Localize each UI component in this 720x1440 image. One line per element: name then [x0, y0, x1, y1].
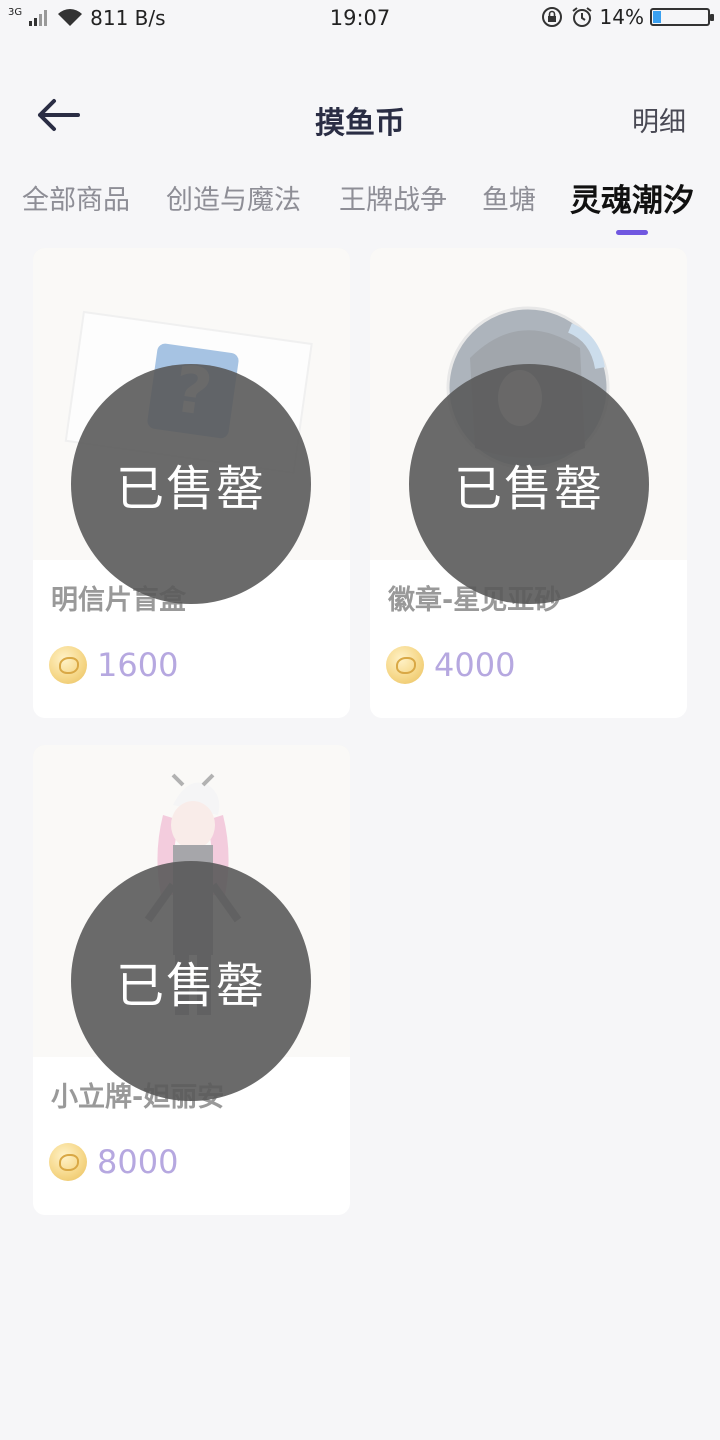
price-row: 8000: [49, 1143, 178, 1181]
tab-fish-pond[interactable]: 鱼塘: [482, 178, 536, 217]
sold-out-badge: 已售罄: [409, 364, 649, 604]
header: 摸鱼币 明细: [0, 80, 720, 150]
sold-out-badge: 已售罄: [71, 861, 311, 1101]
fish-coin-icon: [49, 1143, 87, 1181]
status-right: 14%: [540, 5, 714, 29]
page-title: 摸鱼币: [315, 106, 405, 141]
product-card[interactable]: ? 明信片盲盒 1600 已售罄: [33, 248, 350, 718]
detail-link[interactable]: 明细: [632, 100, 686, 139]
price-row: 1600: [49, 646, 178, 684]
battery-percent: 14%: [599, 5, 644, 29]
battery-icon: [650, 8, 714, 26]
tab-creation-and-magic[interactable]: 创造与魔法: [166, 178, 301, 217]
product-card[interactable]: 徽章-星见亚砂 4000 已售罄: [370, 248, 687, 718]
status-bar: 3G 811 B/s 19:07 14%: [0, 0, 720, 40]
tab-ace-war[interactable]: 王牌战争: [339, 178, 447, 217]
battery-level: [653, 11, 661, 23]
active-tab-indicator: [616, 230, 648, 235]
category-tabs: 全部商品 创造与魔法 王牌战争 鱼塘 灵魂潮汐: [0, 172, 720, 242]
tab-soul-tide[interactable]: 灵魂潮汐: [570, 175, 694, 220]
product-price: 4000: [434, 646, 516, 684]
sold-out-badge: 已售罄: [71, 364, 311, 604]
product-price: 1600: [97, 646, 179, 684]
rotation-lock-icon: [541, 7, 562, 27]
price-row: 4000: [386, 646, 515, 684]
fish-coin-icon: [49, 646, 87, 684]
product-card[interactable]: 小立牌-妲丽安 8000 已售罄: [33, 745, 350, 1215]
alarm-icon: [571, 7, 592, 27]
product-price: 8000: [97, 1143, 179, 1181]
fish-coin-icon: [386, 646, 424, 684]
tab-all-products[interactable]: 全部商品: [22, 178, 130, 217]
